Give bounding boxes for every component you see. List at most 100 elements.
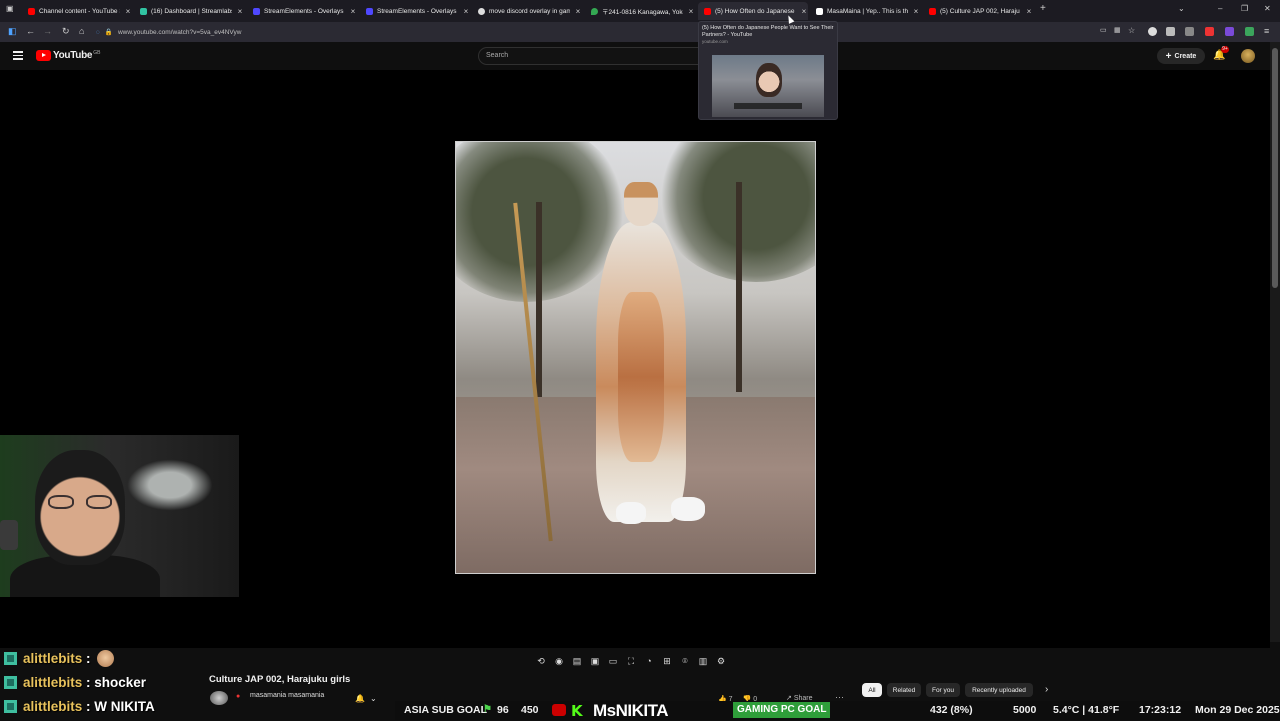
logo-country-code: GB bbox=[93, 49, 101, 56]
chat-username: alittlebits bbox=[23, 699, 83, 714]
map-pin-icon bbox=[591, 7, 598, 15]
chip-all[interactable]: All bbox=[862, 683, 882, 697]
purple-ext-icon[interactable] bbox=[1225, 27, 1234, 36]
chip-recently-uploaded[interactable]: Recently uploaded bbox=[965, 683, 1033, 697]
youtube-record-icon bbox=[552, 704, 566, 716]
tab-title: StreamElements - Overlays bbox=[377, 7, 457, 15]
chat-username: alittlebits bbox=[23, 651, 83, 666]
clip-icon[interactable]: ⊞ bbox=[661, 656, 673, 667]
speed-icon[interactable]: ◔ bbox=[643, 656, 655, 667]
tab-channel-content[interactable]: Channel content - YouTube Stu × bbox=[22, 2, 132, 20]
tab-list-chevron-icon[interactable]: ⌄ bbox=[1178, 4, 1185, 13]
forward-arrow-icon[interactable]: → bbox=[43, 26, 52, 36]
green-ext-icon[interactable] bbox=[1245, 27, 1254, 36]
captions-icon[interactable]: ▥ bbox=[697, 656, 709, 667]
close-icon[interactable]: × bbox=[574, 7, 582, 16]
search-input[interactable]: Search bbox=[478, 47, 708, 65]
preview-domain: youtube.com bbox=[702, 39, 728, 44]
chat-badge-icon bbox=[4, 700, 17, 713]
chevron-right-icon[interactable]: › bbox=[1045, 684, 1048, 695]
close-icon[interactable]: × bbox=[462, 7, 470, 16]
pen-ext-icon[interactable] bbox=[1205, 27, 1214, 36]
scrollbar-thumb[interactable] bbox=[1272, 48, 1278, 288]
pip-icon[interactable]: ▭ bbox=[1100, 26, 1107, 34]
create-button[interactable]: + Create bbox=[1157, 48, 1205, 64]
miniplayer-icon[interactable]: ▣ bbox=[589, 656, 601, 667]
chevron-down-icon[interactable]: ⌄ bbox=[370, 694, 377, 703]
settings-gear-icon[interactable]: ⚙ bbox=[715, 656, 727, 667]
emote-icon bbox=[96, 650, 114, 667]
audio-icon[interactable]: ◉ bbox=[553, 656, 565, 667]
tab-maps-kanagawa[interactable]: 〒241-0816 Kanagawa, Yokoha × bbox=[585, 2, 695, 20]
tab-title: (16) Dashboard | Streamlabs bbox=[151, 7, 232, 15]
tab-hover-preview: (5) How Often do Japanese People Want to… bbox=[698, 21, 838, 120]
tab-streamlabs-dashboard[interactable]: (16) Dashboard | Streamlabs × bbox=[134, 2, 244, 20]
tab-title: MasaMaina | Yep.. This is the si bbox=[827, 7, 908, 15]
costumed-figure-head bbox=[624, 182, 658, 226]
theater-icon[interactable]: ▭ bbox=[607, 656, 619, 667]
browser-toolbar: ◧ ← → ↻ ⌂ ◌ 🔒 www.youtube.com/watch?v=5v… bbox=[0, 22, 1280, 42]
video-title: Culture JAP 002, Harajuku girls bbox=[209, 674, 351, 685]
channel-name[interactable]: masamania masamania bbox=[250, 692, 324, 699]
live-dot-icon: ● bbox=[236, 693, 241, 700]
close-icon[interactable]: × bbox=[800, 7, 808, 16]
subtitles-icon[interactable]: ▤ bbox=[571, 656, 583, 667]
goal-flag-icon: ⚑ bbox=[483, 704, 492, 715]
youtube-studio-icon bbox=[28, 7, 35, 15]
close-window-icon[interactable]: ✕ bbox=[1264, 4, 1271, 13]
address-bar[interactable]: ◌ 🔒 www.youtube.com/watch?v=5va_ev4NVyw bbox=[96, 25, 1096, 39]
platform-shoe bbox=[671, 497, 705, 521]
close-icon[interactable]: × bbox=[1025, 7, 1033, 16]
restore-icon[interactable]: ❐ bbox=[1241, 4, 1248, 13]
screenshot-icon[interactable]: ⌾ bbox=[679, 656, 691, 667]
tab-title: StreamElements - Overlays bbox=[264, 7, 344, 15]
hamburger-menu-icon[interactable]: ≡ bbox=[1264, 26, 1269, 36]
kick-logo-icon: K bbox=[571, 702, 583, 720]
close-icon[interactable]: × bbox=[912, 7, 920, 16]
youtube-logo[interactable]: YouTube GB bbox=[36, 50, 100, 61]
streamer-name: MsNIKITA bbox=[593, 701, 669, 720]
google-icon bbox=[478, 7, 485, 15]
video-frame-photo bbox=[455, 141, 816, 574]
preview-title: (5) How Often do Japanese People Want to… bbox=[702, 25, 834, 38]
chat-badge-icon bbox=[4, 652, 17, 665]
back-arrow-icon[interactable]: ← bbox=[26, 26, 35, 36]
tab-masamaina[interactable]: MasaMaina | Yep.. This is the si × bbox=[810, 2, 920, 20]
home-icon[interactable]: ⌂ bbox=[79, 26, 84, 36]
new-tab-plus-icon[interactable]: + bbox=[1040, 3, 1046, 14]
channel-avatar[interactable] bbox=[210, 691, 228, 705]
close-icon[interactable]: × bbox=[687, 7, 695, 16]
tab-streamelements-2[interactable]: StreamElements - Overlays × bbox=[360, 2, 470, 20]
close-icon[interactable]: × bbox=[349, 7, 357, 16]
streamer-webcam bbox=[0, 435, 239, 597]
guide-menu-icon[interactable] bbox=[13, 51, 23, 60]
screenshot-icon[interactable]: ▦ bbox=[1114, 26, 1121, 34]
minimize-icon[interactable]: – bbox=[1218, 4, 1222, 13]
close-icon[interactable]: × bbox=[236, 7, 244, 16]
close-icon[interactable]: × bbox=[124, 7, 132, 16]
streamer-glasses bbox=[48, 495, 118, 509]
puzzle-icon[interactable] bbox=[1166, 27, 1175, 36]
streamelements-icon bbox=[366, 7, 373, 15]
preview-thumbnail bbox=[712, 55, 824, 117]
extension-icon[interactable] bbox=[1148, 27, 1157, 36]
tab-discord-search[interactable]: move discord overlay in game × bbox=[472, 2, 582, 20]
clock-date: Mon 29 Dec 2025 bbox=[1195, 704, 1280, 716]
tab-title: move discord overlay in game bbox=[489, 7, 570, 15]
loop-icon[interactable]: ⟲ bbox=[535, 656, 547, 667]
subscribe-bell-icon[interactable]: 🔔 bbox=[355, 694, 365, 703]
tab-streamelements-1[interactable]: StreamElements - Overlays × bbox=[247, 2, 357, 20]
fullscreen-icon[interactable]: ⛶ bbox=[625, 656, 637, 667]
chip-related[interactable]: Related bbox=[887, 683, 921, 697]
reload-icon[interactable]: ↻ bbox=[62, 26, 70, 37]
page-scrollbar[interactable] bbox=[1270, 42, 1280, 642]
browser-menu-icon[interactable]: ▣ bbox=[6, 4, 14, 13]
tab-culture-jap[interactable]: (5) Culture JAP 002, Haraju × bbox=[923, 2, 1033, 20]
account-avatar[interactable] bbox=[1241, 49, 1255, 63]
preview-person bbox=[756, 63, 782, 97]
star-bookmark-icon[interactable]: ☆ bbox=[1128, 26, 1135, 35]
sidebar-toggle-icon[interactable]: ◧ bbox=[8, 26, 17, 37]
chip-for-you[interactable]: For you bbox=[926, 683, 960, 697]
lock-icon: 🔒 bbox=[104, 29, 113, 36]
shield-ext-icon[interactable] bbox=[1185, 27, 1194, 36]
